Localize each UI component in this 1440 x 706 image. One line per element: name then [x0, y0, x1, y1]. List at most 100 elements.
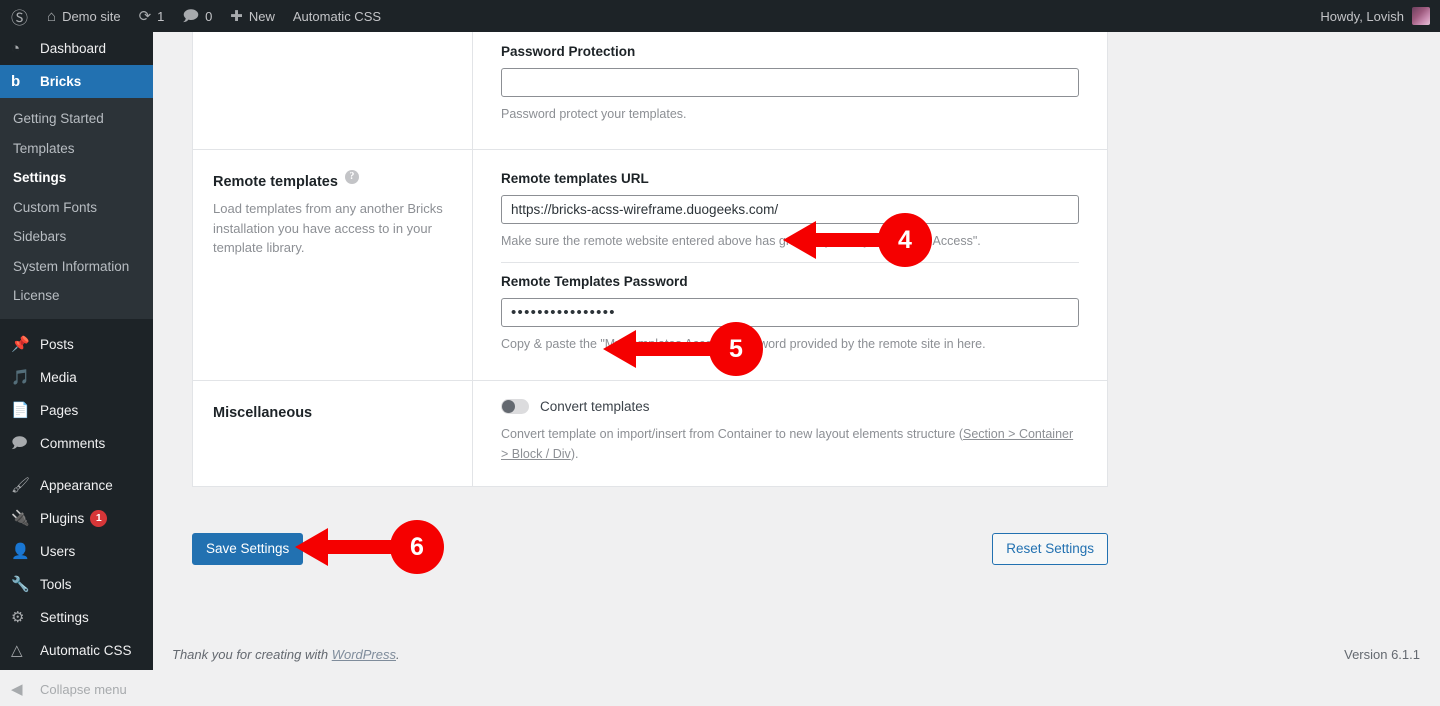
adminbar-item-comments[interactable]: 🗩 0 [173, 0, 221, 32]
field-remote-templates-url: Remote templates URL Make sure the remot… [501, 160, 1079, 254]
settings-button-row: Save Settings Reset Settings [192, 533, 1108, 573]
password-protection-help: Password protect your templates. [501, 105, 1079, 123]
remote-templates-url-help: Make sure the remote website entered abo… [501, 232, 1079, 250]
admin-footer: Thank you for creating with WordPress. V… [153, 638, 1440, 670]
wordpress-logo-icon[interactable]: Ⓢ [0, 4, 38, 29]
toggle-knob [502, 400, 515, 413]
pages-icon: 📄 [11, 403, 33, 418]
comments-icon: 🗩 [182, 9, 199, 24]
password-protection-label: Password Protection [501, 44, 1079, 59]
collapse-arrow-icon: ◀ [11, 682, 33, 697]
sidebar-item-label: Pages [40, 403, 78, 418]
question-mark-icon[interactable]: ? [345, 170, 359, 184]
sidebar-item-bricks[interactable]: b Bricks [0, 65, 153, 98]
adminbar-new-label: New [249, 9, 275, 24]
tools-wrench-icon: 🔧 [11, 577, 33, 592]
remote-templates-password-help: Copy & paste the "My Templates Access" p… [501, 335, 1079, 353]
miscellaneous-title: Miscellaneous [213, 405, 448, 421]
field-password-protection: Password Protection Password protect you… [501, 33, 1079, 127]
sidebar-item-sidebars[interactable]: Sidebars [0, 222, 153, 252]
sidebar-item-settings[interactable]: Settings [0, 163, 153, 193]
howdy-label: Howdy, Lovish [1320, 9, 1404, 24]
section-left-col: Remote templates ? Load templates from a… [193, 150, 473, 379]
convert-templates-toggle-row[interactable]: Convert templates [501, 385, 1079, 414]
plugins-update-badge: 1 [90, 510, 107, 527]
panel-section-miscellaneous: Miscellaneous Convert templates Convert … [193, 381, 1107, 486]
field-remote-templates-password: Remote Templates Password Copy & paste t… [501, 262, 1079, 357]
password-protection-input[interactable] [501, 68, 1079, 97]
sidebar-item-posts[interactable]: 📌 Posts [0, 328, 153, 361]
sidebar-item-system-information[interactable]: System Information [0, 252, 153, 282]
panel-section-remote-templates: Remote templates ? Load templates from a… [193, 150, 1107, 380]
reset-settings-button[interactable]: Reset Settings [992, 533, 1108, 565]
remote-templates-password-input[interactable] [501, 298, 1079, 327]
convert-templates-toggle[interactable] [501, 399, 529, 414]
sidebar-item-media[interactable]: 🎵 Media [0, 361, 153, 394]
settings-panel: Only grant access to your templates to t… [192, 0, 1108, 487]
sidebar-item-label: Comments [40, 436, 105, 451]
footer-version: Version 6.1.1 [1344, 647, 1420, 662]
adminbar-comments-count: 0 [205, 9, 212, 24]
sidebar-item-label: Automatic CSS [40, 643, 132, 658]
footer-thanks: Thank you for creating with WordPress. [172, 647, 400, 662]
menu-separator [0, 319, 153, 328]
media-icon: 🎵 [11, 370, 33, 385]
pin-icon: 📌 [11, 337, 33, 352]
sidebar-item-automatic-css[interactable]: △ Automatic CSS [0, 634, 153, 667]
sidebar-item-label: Plugins [40, 511, 84, 526]
sidebar-item-dashboard[interactable]: ◔ Dashboard [0, 32, 153, 65]
sidebar-item-plugins[interactable]: 🔌 Plugins 1 [0, 502, 153, 535]
adminbar-item-updates[interactable]: ⟳ 1 [130, 0, 174, 32]
convert-templates-label: Convert templates [540, 399, 650, 414]
collapse-menu-button[interactable]: ◀ Collapse menu [0, 673, 153, 706]
admin-sidebar-menu: ◔ Dashboard b Bricks Getting Started Tem… [0, 32, 153, 670]
bricks-icon: b [11, 74, 33, 89]
section-right-col: Convert templates Convert template on im… [473, 381, 1107, 486]
automatic-css-icon: △ [11, 643, 33, 658]
avatar [1412, 7, 1430, 25]
remote-templates-password-label: Remote Templates Password [501, 274, 1079, 289]
users-icon: 👤 [11, 544, 33, 559]
remote-templates-title: Remote templates [213, 174, 338, 190]
wordpress-link[interactable]: WordPress [332, 647, 396, 662]
adminbar-item-site[interactable]: ⌂ Demo site [38, 0, 130, 32]
sidebar-item-label: Bricks [40, 74, 81, 89]
sidebar-item-label: Dashboard [40, 41, 106, 56]
remote-templates-url-input[interactable] [501, 195, 1079, 224]
adminbar-item-automatic-css[interactable]: Automatic CSS [284, 0, 390, 32]
sidebar-item-label: Users [40, 544, 75, 559]
sidebar-item-settings-wp[interactable]: ⚙ Settings [0, 601, 153, 634]
sidebar-item-license[interactable]: License [0, 281, 153, 311]
adminbar-item-new[interactable]: ✚ New [221, 0, 284, 32]
convert-templates-description: Convert template on import/insert from C… [501, 424, 1079, 464]
remote-templates-description: Load templates from any another Bricks i… [213, 199, 448, 258]
footer-thanks-pre: Thank you for creating with [172, 647, 332, 662]
comments-icon: 🗩 [11, 436, 33, 451]
sidebar-item-pages[interactable]: 📄 Pages [0, 394, 153, 427]
sidebar-item-custom-fonts[interactable]: Custom Fonts [0, 193, 153, 223]
home-icon: ⌂ [47, 9, 56, 24]
wp-body: Only grant access to your templates to t… [153, 32, 1440, 670]
sidebar-item-label: Media [40, 370, 77, 385]
sidebar-item-tools[interactable]: 🔧 Tools [0, 568, 153, 601]
adminbar-site-label: Demo site [62, 9, 121, 24]
sidebar-item-label: Tools [40, 577, 72, 592]
plus-icon: ✚ [230, 9, 243, 24]
settings-sliders-icon: ⚙ [11, 610, 33, 625]
adminbar-howdy[interactable]: Howdy, Lovish [1320, 7, 1440, 25]
save-settings-button[interactable]: Save Settings [192, 533, 303, 565]
convert-desc-post: ). [571, 447, 579, 461]
menu-separator [0, 460, 153, 469]
section-left-col: Miscellaneous [193, 381, 473, 486]
collapse-menu-label: Collapse menu [40, 682, 127, 697]
remote-templates-url-label: Remote templates URL [501, 171, 1079, 186]
sidebar-item-appearance[interactable]: 🖌 Appearance [0, 469, 153, 502]
sidebar-item-comments[interactable]: 🗩 Comments [0, 427, 153, 460]
dashboard-icon: ◔ [11, 41, 33, 56]
updates-icon: ⟳ [139, 9, 152, 24]
adminbar-updates-count: 1 [157, 9, 164, 24]
sidebar-item-getting-started[interactable]: Getting Started [0, 104, 153, 134]
sidebar-item-users[interactable]: 👤 Users [0, 535, 153, 568]
sidebar-item-templates[interactable]: Templates [0, 134, 153, 164]
section-right-col: Remote templates URL Make sure the remot… [473, 150, 1107, 379]
